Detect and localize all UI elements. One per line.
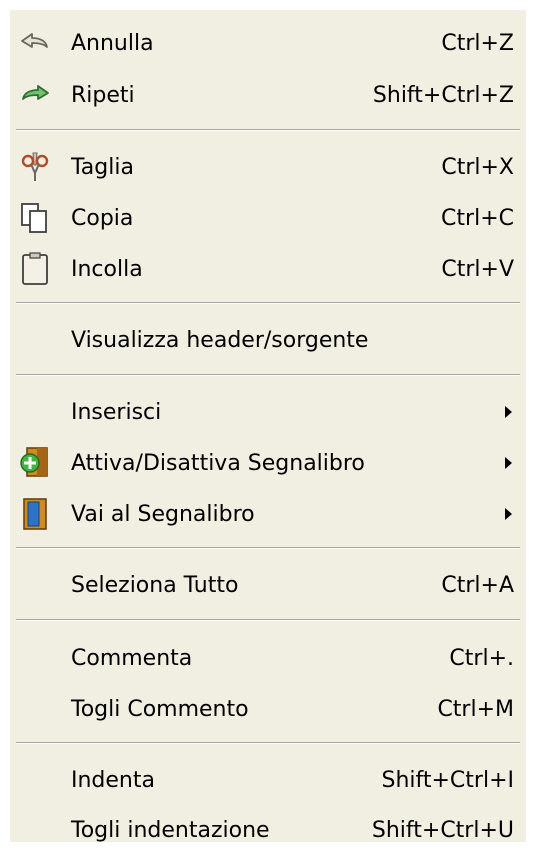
submenu-arrow-icon — [505, 457, 512, 469]
scissors-icon — [10, 143, 60, 191]
menu-item-redo[interactable]: Ripeti Shift+Ctrl+Z — [10, 71, 526, 119]
menu-separator — [16, 619, 520, 621]
menu-item-uncomment[interactable]: Togli Commento Ctrl+M — [10, 685, 526, 733]
bookmark-icon — [10, 490, 60, 538]
menu-item-undo[interactable]: Annulla Ctrl+Z — [10, 19, 526, 67]
menu-item-label: Inserisci — [71, 399, 162, 425]
menu-item-toggle-header-source[interactable]: Visualizza header/sorgente — [10, 316, 526, 364]
menu-item-shortcut: Shift+Ctrl+U — [371, 817, 514, 843]
menu-item-copy[interactable]: Copia Ctrl+C — [10, 194, 526, 242]
menu-item-cut[interactable]: Taglia Ctrl+X — [10, 143, 526, 191]
menu-item-shortcut: Ctrl+X — [441, 154, 514, 180]
menu-item-shortcut: Ctrl+A — [441, 572, 514, 598]
menu-item-label: Togli indentazione — [71, 817, 270, 843]
context-menu: Annulla Ctrl+Z Ripeti Shift+Ctrl+Z Tagli… — [10, 10, 526, 843]
menu-item-unindent[interactable]: Togli indentazione Shift+Ctrl+U — [10, 806, 526, 854]
submenu-arrow-icon — [505, 406, 512, 418]
menu-item-label: Indenta — [71, 767, 155, 793]
copy-icon — [10, 194, 60, 242]
menu-item-select-all[interactable]: Seleziona Tutto Ctrl+A — [10, 561, 526, 609]
menu-separator — [16, 374, 520, 376]
menu-separator — [16, 547, 520, 549]
menu-item-paste[interactable]: Incolla Ctrl+V — [10, 245, 526, 293]
menu-item-comment[interactable]: Commenta Ctrl+. — [10, 634, 526, 682]
menu-item-label: Copia — [71, 205, 134, 231]
menu-item-shortcut: Ctrl+C — [441, 205, 514, 231]
menu-item-shortcut: Shift+Ctrl+I — [381, 767, 514, 793]
menu-item-label: Visualizza header/sorgente — [71, 327, 369, 353]
menu-item-label: Incolla — [71, 256, 143, 282]
paste-clipboard-icon — [10, 245, 60, 293]
bookmark-add-icon — [10, 439, 60, 487]
menu-separator — [16, 129, 520, 131]
menu-item-shortcut: Ctrl+. — [449, 645, 514, 671]
redo-arrow-icon — [10, 71, 60, 119]
menu-item-label: Vai al Segnalibro — [71, 501, 255, 527]
menu-item-label: Seleziona Tutto — [71, 572, 239, 598]
menu-item-shortcut: Ctrl+Z — [441, 30, 514, 56]
menu-separator — [16, 742, 520, 744]
menu-item-insert[interactable]: Inserisci — [10, 388, 526, 436]
submenu-arrow-icon — [505, 508, 512, 520]
undo-arrow-icon — [10, 19, 60, 67]
menu-separator — [16, 302, 520, 304]
menu-item-label: Ripeti — [71, 82, 135, 108]
menu-item-goto-bookmark[interactable]: Vai al Segnalibro — [10, 490, 526, 538]
menu-item-label: Taglia — [71, 154, 134, 180]
menu-item-toggle-bookmark[interactable]: Attiva/Disattiva Segnalibro — [10, 439, 526, 487]
menu-item-shortcut: Ctrl+M — [437, 696, 514, 722]
menu-item-label: Annulla — [71, 30, 154, 56]
menu-item-label: Togli Commento — [71, 696, 249, 722]
menu-item-shortcut: Ctrl+V — [441, 256, 514, 282]
menu-item-label: Attiva/Disattiva Segnalibro — [71, 450, 365, 476]
menu-item-label: Commenta — [71, 645, 193, 671]
menu-item-indent[interactable]: Indenta Shift+Ctrl+I — [10, 756, 526, 804]
menu-item-shortcut: Shift+Ctrl+Z — [372, 82, 514, 108]
